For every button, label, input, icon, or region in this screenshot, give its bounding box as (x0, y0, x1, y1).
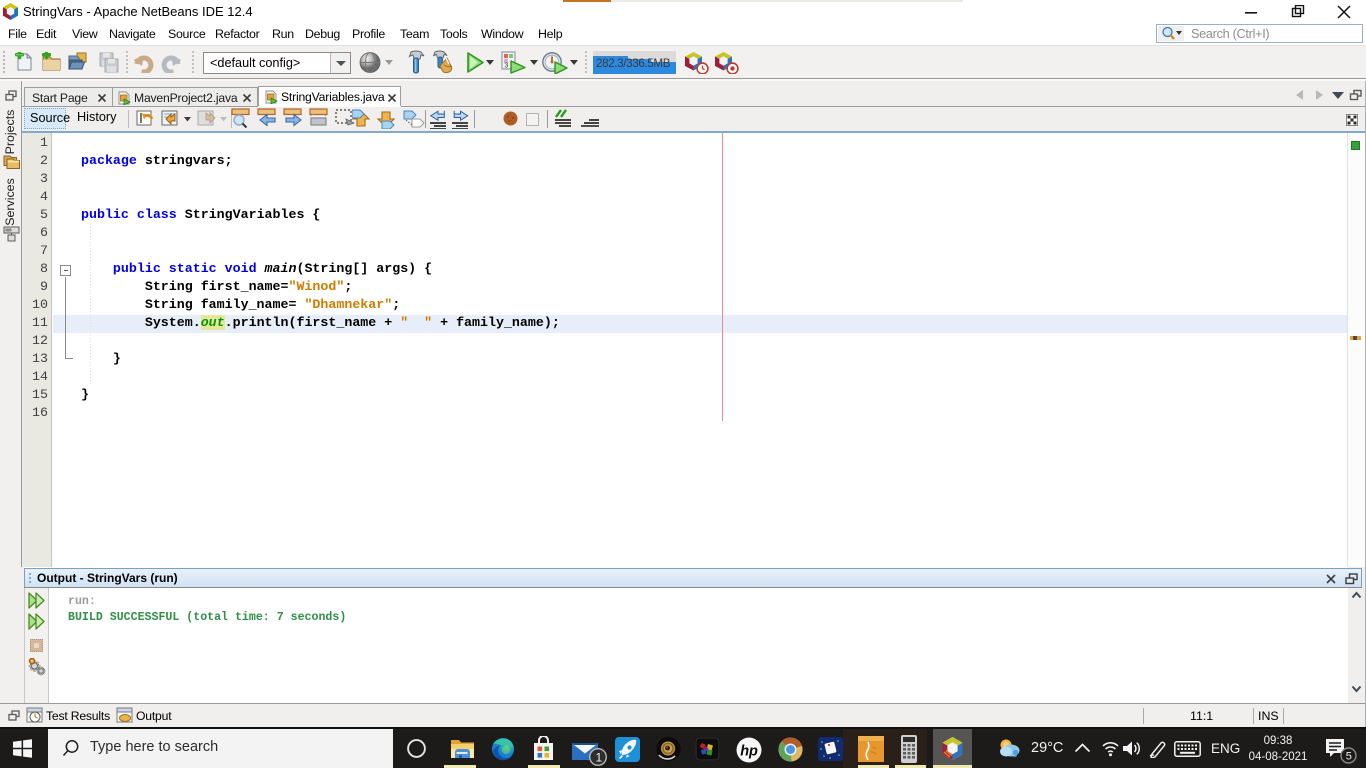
svg-text:5: 5 (1346, 751, 1352, 763)
svg-text:3: 3 (504, 63, 508, 70)
svg-text:1: 1 (596, 751, 603, 765)
svg-text:hp: hp (740, 744, 758, 760)
